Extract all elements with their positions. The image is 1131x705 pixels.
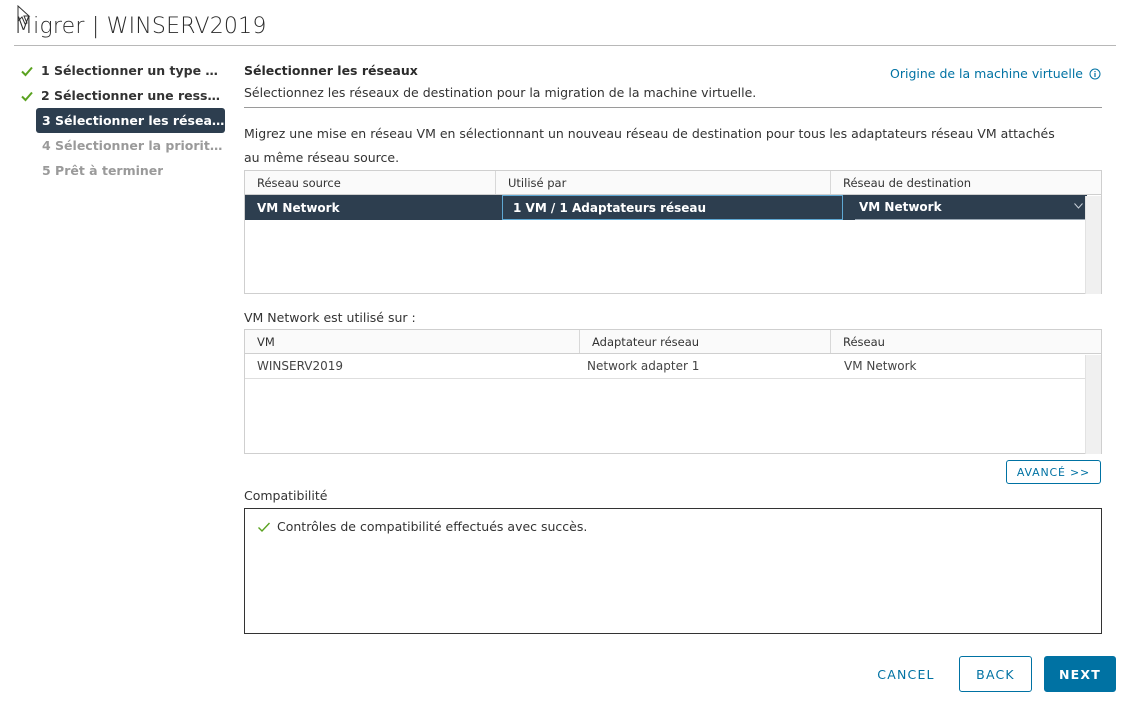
compatibility-message: Contrôles de compatibilité effectués ave…	[257, 519, 587, 534]
compatibility-panel: Contrôles de compatibilité effectués ave…	[244, 508, 1102, 634]
cell-network: VM Network	[844, 359, 917, 373]
grid-header: VM Adaptateur réseau Réseau	[245, 330, 1101, 354]
step-label: 4 Sélectionner la priorité v...	[42, 138, 226, 153]
grid-header: Réseau source Utilisé par Réseau de dest…	[245, 171, 1101, 195]
next-button[interactable]: NEXT	[1044, 656, 1116, 692]
check-icon	[21, 66, 33, 76]
cell-network-adapter: Network adapter 1	[587, 359, 700, 373]
back-button[interactable]: BACK	[959, 656, 1032, 692]
grid-scrollbar[interactable]	[1085, 355, 1101, 454]
grid-scrollbar[interactable]	[1085, 196, 1101, 294]
step-label: 1 Sélectionner un type de ...	[41, 63, 226, 78]
chevron-down-icon	[1074, 203, 1083, 209]
cell-source-network: VM Network	[257, 200, 340, 215]
step-label: 5 Prêt à terminer	[42, 163, 164, 178]
network-mapping-grid: Réseau source Utilisé par Réseau de dest…	[244, 170, 1102, 294]
step-4-select-priority: 4 Sélectionner la priorité v...	[20, 133, 226, 158]
compatibility-message-text: Contrôles de compatibilité effectués ave…	[277, 519, 588, 534]
column-header-network-adapter[interactable]: Adaptateur réseau	[580, 330, 831, 353]
usage-label: VM Network est utilisé sur :	[244, 310, 416, 325]
column-header-source-network[interactable]: Réseau source	[245, 171, 496, 194]
column-header-network[interactable]: Réseau	[831, 330, 1101, 353]
cancel-button[interactable]: CANCEL	[862, 656, 950, 692]
check-icon	[21, 91, 33, 101]
dialog-title: Migrer | WINSERV2019	[14, 14, 267, 39]
table-row[interactable]: WINSERV2019 Network adapter 1 VM Network	[245, 354, 1085, 379]
destination-network-select[interactable]: VM Network	[855, 195, 1087, 220]
cell-used-by: 1 VM / 1 Adaptateurs réseau	[502, 195, 843, 220]
column-header-vm[interactable]: VM	[245, 330, 580, 353]
step-5-ready-to-complete: 5 Prêt à terminer	[20, 158, 226, 183]
step-label: 3 Sélectionner les réseaux	[42, 113, 225, 128]
advanced-button[interactable]: AVANCÉ >>	[1006, 460, 1101, 484]
cell-vm: WINSERV2019	[257, 359, 344, 373]
step-1-select-type[interactable]: 1 Sélectionner un type de ...	[20, 58, 226, 83]
vm-origin-link[interactable]: Origine de la machine virtuelle	[890, 66, 1101, 81]
compatibility-title: Compatibilité	[244, 488, 328, 503]
info-icon[interactable]	[1089, 68, 1101, 80]
instruction-text: Migrez une mise en réseau VM en sélectio…	[244, 126, 1055, 165]
section-divider	[244, 107, 1102, 108]
step-3-select-networks[interactable]: 3 Sélectionner les réseaux	[36, 108, 225, 133]
step-2-select-resource[interactable]: 2 Sélectionner une ressour...	[20, 83, 226, 108]
step-label: 2 Sélectionner une ressour...	[41, 88, 226, 103]
network-usage-grid: VM Adaptateur réseau Réseau WINSERV2019 …	[244, 329, 1102, 454]
destination-network-value: VM Network	[859, 200, 942, 214]
column-header-destination-network[interactable]: Réseau de destination	[831, 171, 1101, 194]
check-icon	[258, 522, 271, 532]
section-description: Sélectionnez les réseaux de destination …	[244, 85, 757, 100]
table-row[interactable]: VM Network 1 VM / 1 Adaptateurs réseau V…	[245, 195, 1087, 220]
title-divider	[14, 45, 1116, 46]
section-title: Sélectionner les réseaux	[244, 63, 418, 78]
wizard-steps: 1 Sélectionner un type de ... 2 Sélectio…	[20, 58, 226, 183]
vm-origin-label: Origine de la machine virtuelle	[890, 66, 1083, 81]
column-header-used-by[interactable]: Utilisé par	[496, 171, 831, 194]
